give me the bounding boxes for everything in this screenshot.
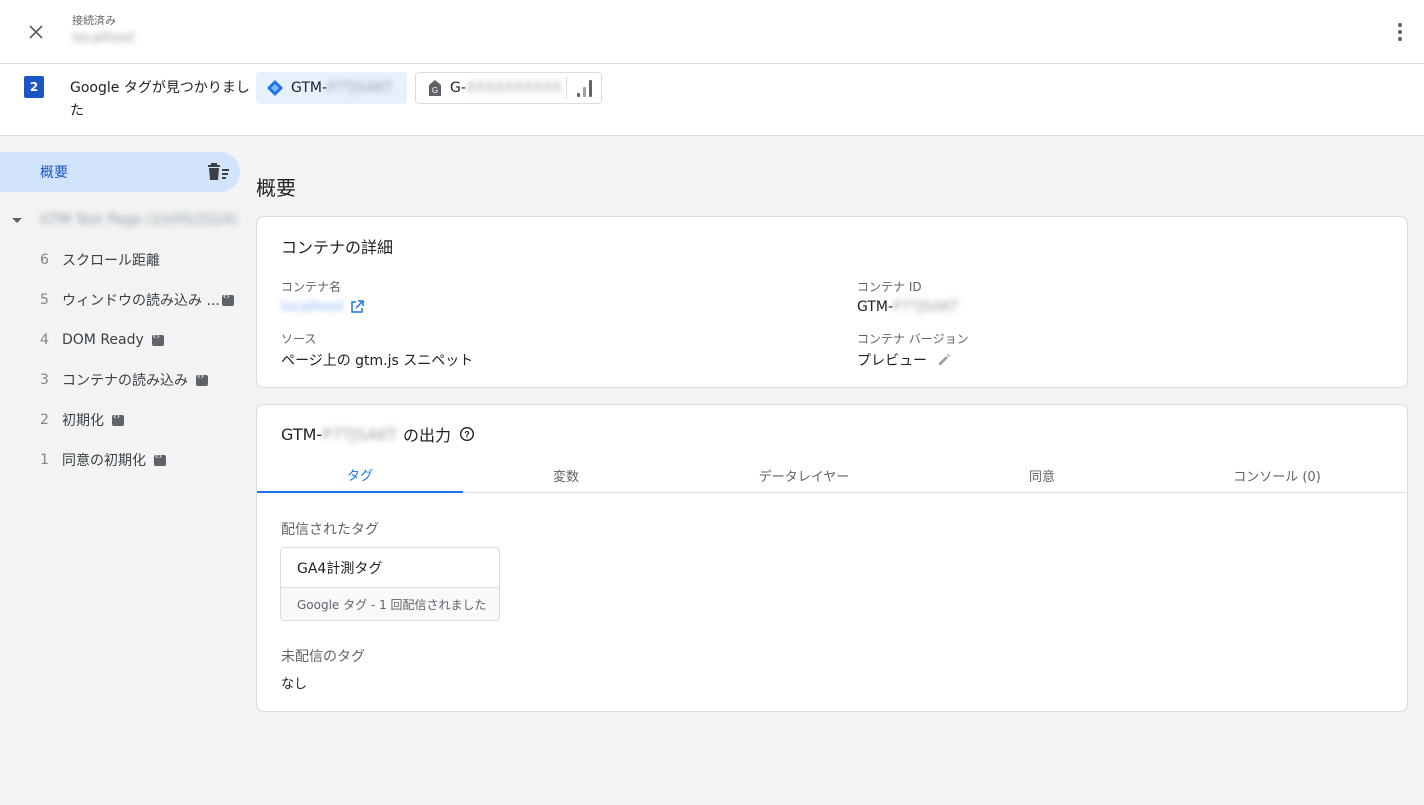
sidebar-event-item[interactable]: 4 DOM Ready — [40, 328, 164, 352]
svg-text:?: ? — [464, 430, 470, 440]
event-label: ウィンドウの読み込み ... — [62, 293, 220, 309]
tab-data-layer[interactable]: データレイヤー — [669, 457, 939, 493]
tab-tags[interactable]: タグ — [257, 457, 463, 493]
container-version-value: プレビュー — [857, 350, 951, 370]
gtm-container-chip[interactable]: GTM- P7TJSAKT — [256, 72, 407, 104]
fired-tags-label: 配信されたタグ — [281, 522, 379, 538]
svg-text:G: G — [432, 86, 438, 95]
page-title: 概要 — [256, 176, 296, 200]
event-number: 1 — [40, 452, 49, 468]
tab-console[interactable]: コンソール (0) — [1145, 457, 1409, 493]
close-icon — [29, 25, 43, 39]
source-value: ページ上の gtm.js スニペット — [281, 353, 474, 369]
more-options-button[interactable] — [1394, 18, 1406, 46]
tag-name: GA4計測タグ — [281, 548, 499, 588]
chip-divider — [566, 77, 567, 99]
source-label: ソース — [281, 332, 317, 346]
sidebar-event-item[interactable]: 3 コンテナの読み込み — [40, 368, 208, 392]
clear-messages-icon[interactable] — [208, 163, 230, 181]
code-badge-icon — [221, 292, 234, 306]
connection-status: 接続済み — [72, 14, 116, 27]
tags-found-text: Google タグが見つかりました — [70, 80, 250, 119]
sidebar-event-item[interactable]: 6 スクロール距離 — [40, 248, 160, 272]
container-name-value[interactable]: localhost — [281, 299, 364, 315]
code-badge-icon — [112, 412, 124, 426]
sidebar-page-group[interactable]: GTM Test Page (10/05/2024) — [12, 208, 237, 232]
not-fired-tags-label: 未配信のタグ — [281, 649, 365, 665]
code-badge-icon — [196, 372, 208, 386]
sidebar-event-item[interactable]: 2 初期化 — [40, 408, 124, 432]
container-version-label: コンテナ バージョン — [857, 332, 969, 346]
sidebar-item-label: 概要 — [40, 165, 68, 181]
gtm-diamond-icon — [267, 80, 283, 96]
code-badge-icon — [154, 452, 166, 466]
container-output-card: GTM- P7TJSAKT の出力 ? タグ 変数 データレイヤー 同意 コンソ… — [256, 404, 1409, 712]
tag-count-badge: 2 — [24, 76, 44, 98]
code-badge-icon — [151, 332, 164, 346]
top-bar: 接続済み localhost — [0, 0, 1424, 64]
event-number: 2 — [40, 412, 49, 428]
sidebar-event-item[interactable]: 5 ウィンドウの読み込み ... — [40, 288, 234, 312]
gtm-prefix: GTM- — [291, 80, 328, 96]
event-label: コンテナの読み込み — [62, 373, 188, 389]
event-label: 同意の初期化 — [62, 453, 146, 469]
card-title: コンテナの詳細 — [281, 238, 394, 257]
event-number: 3 — [40, 372, 49, 388]
output-tabs: タグ 変数 データレイヤー 同意 コンソール (0) — [257, 457, 1409, 493]
open-in-new-icon[interactable] — [350, 300, 364, 314]
event-label: DOM Ready — [62, 332, 144, 348]
help-icon[interactable]: ? — [459, 426, 475, 442]
sidebar-item-summary[interactable]: 概要 — [0, 152, 240, 192]
event-number: 6 — [40, 252, 49, 268]
edit-pencil-icon[interactable] — [937, 353, 951, 367]
container-id-prefix: GTM- — [857, 299, 894, 315]
google-tag-icon: G — [429, 80, 441, 96]
container-id-label: コンテナ ID — [857, 280, 922, 294]
container-id-text: P7TJSAKT — [893, 299, 959, 315]
sidebar-event-item[interactable]: 1 同意の初期化 — [40, 448, 166, 472]
close-button[interactable] — [20, 16, 52, 48]
tab-consent[interactable]: 同意 — [939, 457, 1145, 493]
gtm-id: P7TJSAKT — [327, 80, 393, 96]
output-title-id: P7TJSAKT — [322, 424, 397, 444]
container-name-link[interactable]: localhost — [281, 299, 344, 315]
output-title-prefix: GTM- — [281, 424, 323, 444]
ga-tag-chip[interactable]: G G- XXXXXXXXXX — [415, 72, 602, 104]
container-details-card: コンテナの詳細 コンテナ名 localhost コンテナ ID GTM- P7T… — [256, 216, 1408, 388]
connection-host: localhost — [72, 30, 135, 46]
output-title: GTM- P7TJSAKT の出力 ? — [281, 422, 475, 446]
event-label: スクロール距離 — [62, 253, 160, 269]
container-id-value: GTM- P7TJSAKT — [857, 299, 958, 315]
container-name-label: コンテナ名 — [281, 280, 342, 294]
event-sidebar: 概要 GTM Test Page (10/05/2024) 6 スクロール距離 … — [0, 136, 248, 805]
caret-down-icon — [12, 217, 22, 223]
ga-prefix: G- — [450, 80, 466, 96]
analytics-bars-icon — [577, 80, 592, 97]
not-fired-tags-value: なし — [281, 677, 308, 692]
event-number: 5 — [40, 292, 49, 308]
page-label: GTM Test Page (10/05/2024) — [40, 212, 238, 228]
container-version-text: プレビュー — [857, 353, 927, 369]
tag-summary: Google タグ - 1 回配信されました — [281, 588, 499, 620]
ga-id: XXXXXXXXXX — [465, 80, 562, 96]
event-label: 初期化 — [62, 413, 104, 429]
event-number: 4 — [40, 332, 49, 348]
tab-variables[interactable]: 変数 — [463, 457, 669, 493]
tag-bar: 2 Google タグが見つかりました GTM- P7TJSAKT G G- X… — [0, 64, 1424, 136]
fired-tag-card[interactable]: GA4計測タグ Google タグ - 1 回配信されました — [280, 547, 500, 621]
output-title-suffix: の出力 — [402, 426, 451, 445]
